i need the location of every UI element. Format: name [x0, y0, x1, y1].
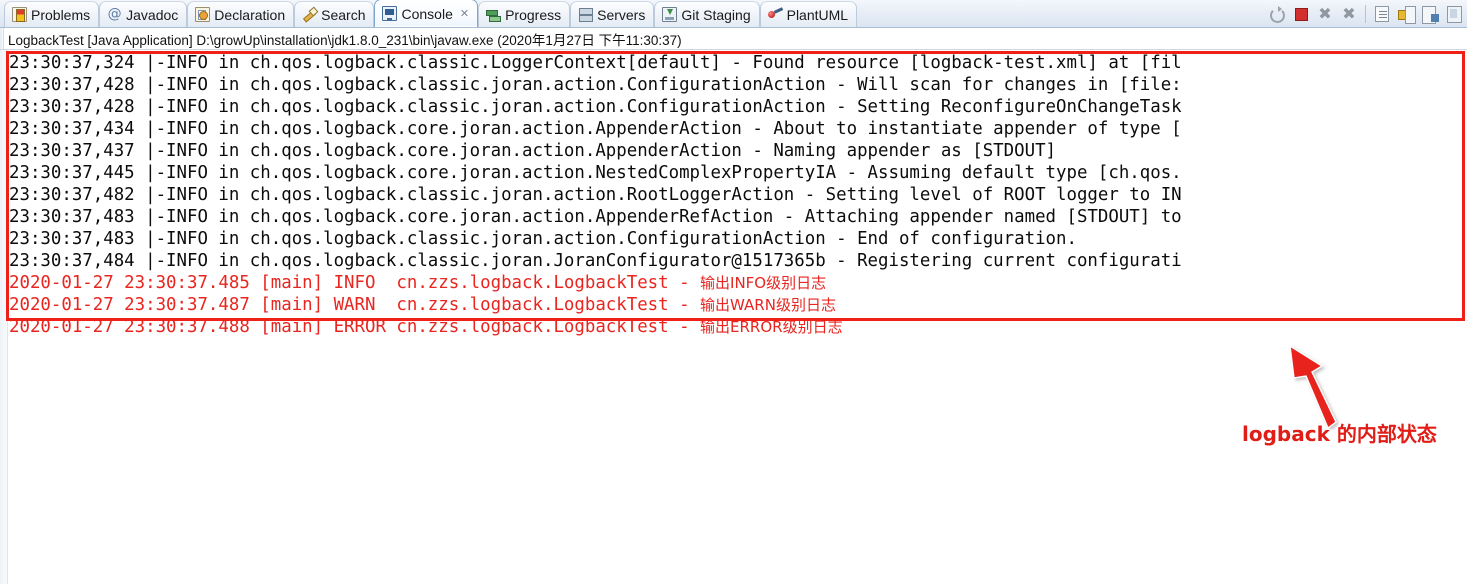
- tab-label: PlantUML: [786, 6, 849, 23]
- pin-console-button[interactable]: [1443, 3, 1465, 25]
- problems-icon: [12, 7, 27, 22]
- title-left-margin: [0, 28, 4, 49]
- scroll-lock-button[interactable]: [1395, 3, 1417, 25]
- tab-label: Problems: [31, 6, 91, 23]
- toolbar-divider: [1365, 5, 1366, 23]
- eclipse-console-view: Problems @ Javadoc Declaration Search Co…: [0, 0, 1467, 584]
- tab-progress[interactable]: Progress: [478, 1, 571, 27]
- progress-icon: [486, 7, 502, 22]
- tab-console[interactable]: Console ✕: [374, 0, 479, 27]
- tab-label: Progress: [505, 6, 562, 23]
- log-line: 23:30:37,482 |-INFO in ch.qos.logback.cl…: [9, 185, 1182, 205]
- tab-problems[interactable]: Problems: [4, 1, 100, 27]
- tab-plantuml[interactable]: PlantUML: [759, 1, 858, 27]
- log-line: 23:30:37,434 |-INFO in ch.qos.logback.co…: [9, 119, 1182, 139]
- annotation-label-en: logback: [1242, 422, 1330, 446]
- remove-all-launches-button[interactable]: ✖: [1338, 3, 1360, 25]
- tab-label: Git Staging: [681, 6, 751, 23]
- console-left-gutter: [0, 50, 8, 584]
- log-message: 输出ERROR级别日志: [700, 318, 843, 336]
- launch-configuration-title: LogbackTest [Java Application] D:\growUp…: [0, 28, 1467, 50]
- console-log-lines: 23:30:37,324 |-INFO in ch.qos.logback.cl…: [9, 50, 1467, 338]
- log-line: 23:30:37,428 |-INFO in ch.qos.logback.cl…: [9, 97, 1182, 117]
- console-output-area[interactable]: 23:30:37,324 |-INFO in ch.qos.logback.cl…: [0, 50, 1467, 584]
- annotation-label-cn: 的内部状态: [1329, 422, 1437, 446]
- servers-icon: [578, 7, 594, 22]
- view-tabs: Problems @ Javadoc Declaration Search Co…: [0, 0, 858, 27]
- log-line: 23:30:37,445 |-INFO in ch.qos.logback.co…: [9, 163, 1182, 183]
- tab-label: Declaration: [214, 6, 286, 23]
- log-line: 23:30:37,483 |-INFO in ch.qos.logback.co…: [9, 207, 1182, 227]
- plantuml-icon: [767, 7, 783, 22]
- log-line: 23:30:37,428 |-INFO in ch.qos.logback.cl…: [9, 75, 1182, 95]
- tab-label: Javadoc: [126, 6, 179, 23]
- log-prefix: 2020-01-27 23:30:37.485 [main] INFO cn.z…: [9, 273, 701, 293]
- log-line: 23:30:37,437 |-INFO in ch.qos.logback.co…: [9, 141, 1057, 161]
- log-line: 2020-01-27 23:30:37.488 [main] ERROR cn.…: [9, 316, 1467, 338]
- remove-launch-button[interactable]: ✖: [1314, 3, 1336, 25]
- javadoc-icon: @: [107, 6, 122, 22]
- view-tab-bar: Problems @ Javadoc Declaration Search Co…: [0, 0, 1467, 28]
- launch-title-text: LogbackTest [Java Application] D:\growUp…: [8, 32, 682, 48]
- annotation-label: logback 的内部状态: [1242, 418, 1437, 447]
- log-line: 2020-01-27 23:30:37.485 [main] INFO cn.z…: [9, 272, 1467, 294]
- console-icon: [382, 6, 398, 21]
- log-prefix: 2020-01-27 23:30:37.487 [main] WARN cn.z…: [9, 295, 701, 315]
- tab-search[interactable]: Search: [294, 1, 375, 27]
- clear-console-button[interactable]: [1375, 6, 1389, 22]
- log-line: 23:30:37,324 |-INFO in ch.qos.logback.cl…: [9, 53, 1182, 73]
- log-line: 23:30:37,484 |-INFO in ch.qos.logback.cl…: [9, 251, 1182, 271]
- tab-servers[interactable]: Servers: [570, 1, 655, 27]
- tab-label: Search: [321, 6, 366, 23]
- declaration-icon: [195, 7, 211, 22]
- word-wrap-button[interactable]: [1419, 3, 1441, 25]
- tab-git-staging[interactable]: Git Staging: [654, 1, 760, 27]
- search-icon: [302, 7, 317, 22]
- tab-declaration[interactable]: Declaration: [187, 1, 295, 27]
- terminate-button[interactable]: [1290, 3, 1312, 25]
- git-staging-icon: [662, 7, 678, 22]
- log-line: 23:30:37,483 |-INFO in ch.qos.logback.cl…: [9, 229, 1077, 249]
- relaunch-button[interactable]: [1266, 3, 1288, 25]
- log-prefix: 2020-01-27 23:30:37.488 [main] ERROR cn.…: [9, 317, 701, 337]
- tab-label: Console: [401, 5, 453, 22]
- log-line: 2020-01-27 23:30:37.487 [main] WARN cn.z…: [9, 294, 1467, 316]
- log-message: 输出INFO级别日志: [700, 274, 827, 292]
- tab-javadoc[interactable]: @ Javadoc: [99, 1, 188, 27]
- tab-label: Servers: [597, 6, 646, 23]
- console-toolbar: ✖ ✖: [1266, 2, 1465, 26]
- close-icon[interactable]: ✕: [460, 7, 469, 20]
- log-message: 输出WARN级别日志: [700, 296, 836, 314]
